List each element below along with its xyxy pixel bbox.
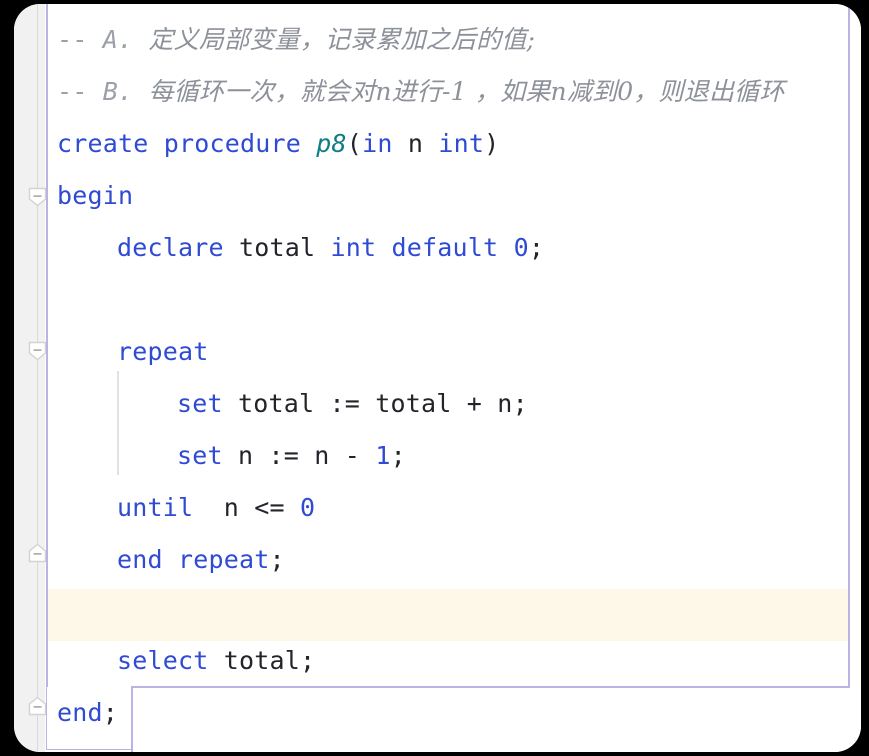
code-line-set-total[interactable]: set total := total + n;: [177, 378, 528, 430]
code-line-comment-a[interactable]: -- A. 定义局部变量，记录累加之后的值;: [57, 14, 535, 66]
default-value-zero: 0: [513, 233, 529, 262]
keyword-end: end: [57, 698, 103, 727]
fold-marker-end-repeat[interactable]: [27, 543, 48, 564]
code-line-declare[interactable]: declare total int default 0;: [117, 222, 544, 274]
assign-target-total: total: [238, 389, 330, 418]
keyword-select: select: [117, 646, 224, 675]
procedure-name: p8: [316, 129, 347, 158]
code-line-repeat[interactable]: repeat: [117, 326, 209, 378]
open-paren: (: [346, 129, 363, 158]
current-line-highlight: [47, 589, 848, 641]
assign-target-n: n: [238, 441, 269, 470]
fold-marker-begin[interactable]: [27, 186, 48, 207]
assign-operator-2: :=: [268, 441, 315, 470]
assign-operator-1: :=: [329, 389, 376, 418]
comment-text-a: 定义局部变量，记录累加之后的值;: [148, 25, 536, 54]
expression-total-plus-n: total + n: [375, 389, 513, 418]
select-target-total: total: [223, 646, 301, 675]
block-guide-left: [46, 4, 48, 687]
gutter-divider-line: [37, 4, 38, 752]
code-line-end-repeat[interactable]: end repeat;: [117, 534, 285, 586]
keyword-set-2: set: [177, 441, 239, 470]
comment-label-a: A.: [102, 25, 149, 54]
code-line-comment-b[interactable]: -- B. 每循环一次，就会对n进行-1 ，如果n减到0，则退出循环: [57, 66, 785, 118]
code-folding-gutter[interactable]: [14, 4, 48, 752]
expression-n-minus: n -: [314, 441, 376, 470]
keyword-int: int: [438, 129, 485, 158]
fold-marker-repeat[interactable]: [27, 340, 48, 361]
comment-label-b: B.: [102, 77, 149, 106]
type-int: int: [315, 233, 377, 262]
fold-marker-end[interactable]: [27, 696, 48, 717]
statement-terminator: ;: [390, 441, 406, 470]
statement-terminator: ;: [300, 646, 316, 675]
sql-code-editor-panel[interactable]: -- A. 定义局部变量，记录累加之后的值; -- B. 每循环一次，就会对n进…: [14, 4, 861, 752]
close-paren: ): [484, 129, 500, 158]
keyword-declare: declare: [117, 233, 240, 262]
code-line-set-n[interactable]: set n := n - 1;: [177, 430, 406, 482]
keyword-set-1: set: [177, 389, 239, 418]
comment-dash-b: --: [57, 77, 103, 106]
keyword-end-repeat: end repeat: [117, 545, 270, 574]
until-value-zero: 0: [300, 493, 316, 522]
until-condition: n <=: [193, 493, 301, 522]
code-text-area[interactable]: -- A. 定义局部变量，记录累加之后的值; -- B. 每循环一次，就会对n进…: [45, 4, 861, 752]
keyword-create-procedure: create procedure: [57, 129, 317, 158]
variable-total: total: [239, 233, 316, 262]
code-line-begin[interactable]: begin: [57, 170, 133, 222]
statement-terminator: ;: [269, 545, 285, 574]
literal-one: 1: [375, 441, 391, 470]
statement-terminator: ;: [528, 233, 545, 262]
code-line-create-procedure[interactable]: create procedure p8(in n int): [57, 118, 499, 170]
statement-terminator: ;: [512, 389, 528, 418]
keyword-until: until: [117, 493, 194, 522]
keyword-begin: begin: [57, 181, 134, 210]
keyword-default: default: [376, 233, 514, 262]
code-line-until[interactable]: until n <= 0: [117, 482, 315, 534]
code-line-end[interactable]: end;: [57, 687, 118, 739]
indent-guide-line: [117, 371, 119, 475]
statement-terminator: ;: [102, 698, 119, 727]
comment-text-b: 每循环一次，就会对n进行-1 ，如果n减到0，则退出循环: [148, 77, 785, 106]
comment-dash-a: --: [57, 25, 103, 54]
keyword-repeat: repeat: [117, 337, 209, 366]
param-name-n: n: [392, 129, 439, 158]
block-guide-right: [848, 4, 850, 687]
keyword-in: in: [362, 129, 393, 158]
code-line-select[interactable]: select total;: [117, 635, 315, 687]
